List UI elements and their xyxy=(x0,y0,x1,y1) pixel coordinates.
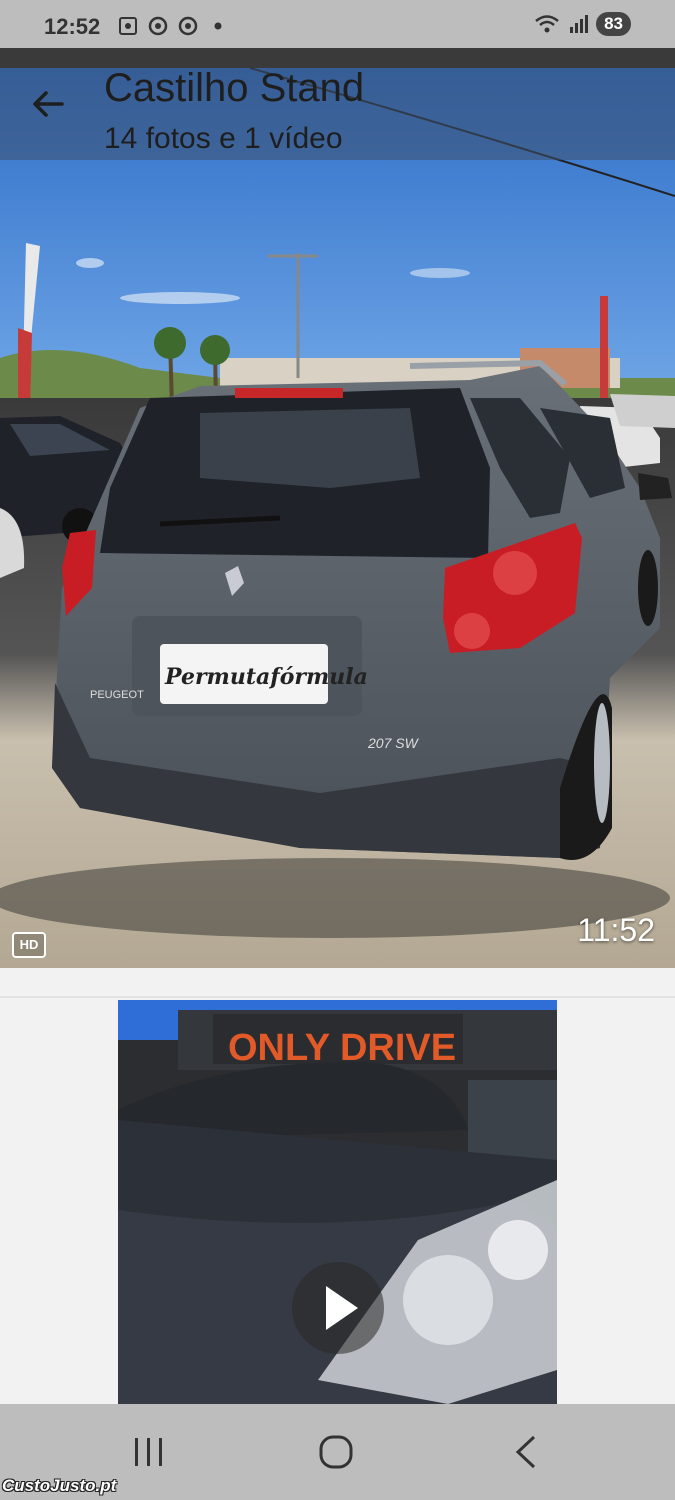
hd-badge: HD xyxy=(12,932,46,958)
watermark: CustoJusto.pt xyxy=(2,1476,117,1495)
status-time: 12:52 xyxy=(44,14,101,39)
recent-apps-icon[interactable] xyxy=(132,1436,166,1468)
play-button[interactable] xyxy=(292,1262,384,1354)
wifi-icon xyxy=(535,15,559,33)
media-item-video-1[interactable]: Permutafórmula PEUGEOT 207 SW xyxy=(0,68,675,968)
home-icon[interactable] xyxy=(318,1434,354,1470)
brand-text: PEUGEOT xyxy=(90,689,144,701)
notification-icons xyxy=(118,16,228,36)
header-strip xyxy=(0,48,675,68)
video-duration: 11:52 xyxy=(577,912,655,948)
arrow-left-icon[interactable] xyxy=(28,84,68,124)
system-status: 83 xyxy=(534,12,631,36)
chrome-icon xyxy=(178,16,198,36)
battery-level: 83 xyxy=(596,12,631,36)
model-text: 207 SW xyxy=(367,735,420,751)
dot-icon xyxy=(214,22,222,30)
signal-icon xyxy=(570,15,589,33)
back-icon[interactable] xyxy=(512,1434,540,1470)
chrome-icon xyxy=(148,16,168,36)
screenshot-icon xyxy=(119,17,137,35)
divider xyxy=(0,996,675,998)
car-rear-photo: Permutafórmula PEUGEOT 207 SW xyxy=(0,68,675,968)
plate-text: Permutafórmula xyxy=(164,664,368,690)
album-subtitle: 14 fotos e 1 vídeo xyxy=(104,122,343,155)
status-bar: 12:52 83 xyxy=(0,0,675,48)
album-title: Castilho Stand xyxy=(104,66,365,110)
play-icon xyxy=(326,1286,358,1330)
